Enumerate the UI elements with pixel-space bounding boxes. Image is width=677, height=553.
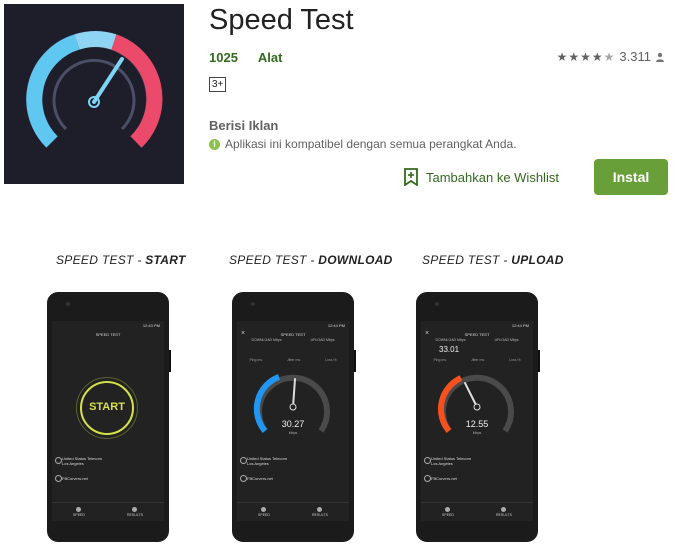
screen-title: SPEED TEST (464, 332, 490, 337)
server-icon (424, 475, 431, 482)
status-bar: 12:44 PM (511, 323, 529, 328)
screenshot-upload[interactable]: 12:44 PM × SPEED TEST DOWNLOAD Mbps UPLO… (416, 292, 540, 542)
screenshot-caption-download: SPEED TEST - DOWNLOAD (229, 253, 393, 267)
screenshot-caption-upload: SPEED TEST - UPLOAD (422, 253, 564, 267)
app-meta: 1025 Alat (209, 50, 282, 65)
latency-row: Ping ms Jitter ms Loss % (237, 358, 349, 362)
server-icon (240, 475, 247, 482)
check-icon (501, 506, 507, 512)
phone-side-button (354, 350, 356, 372)
gauge-needle (292, 378, 296, 408)
compatibility-text: Aplikasi ini kompatibel dengan semua per… (225, 137, 517, 151)
wishlist-button[interactable]: Tambahkan ke Wishlist (404, 168, 559, 186)
readout-labels: DOWNLOAD Mbps UPLOAD Mbps (237, 338, 349, 342)
tab-speed: SPEED (258, 506, 270, 518)
globe-icon (240, 457, 247, 464)
isp-info: United Status Telecom Los Angeles (431, 456, 471, 466)
globe-icon (55, 457, 62, 464)
rating-count: 3.311 (619, 49, 651, 64)
gauge-value: 12.55 (465, 419, 489, 429)
latency-row: Ping ms Jitter ms Loss % (421, 358, 533, 362)
screen-title: SPEED TEST (280, 332, 306, 337)
tab-speed: SPEED (442, 506, 454, 518)
phone-screen: 12:44 PM × SPEED TEST DOWNLOAD Mbps UPLO… (421, 321, 533, 521)
upload-label: UPLOAD Mbps (310, 338, 335, 342)
ping-label: Ping ms (433, 358, 447, 362)
tab-results: RESULTS (312, 506, 328, 518)
check-icon (132, 506, 138, 512)
tab-results: RESULTS (127, 506, 143, 518)
globe-icon (424, 457, 431, 464)
upload-label: UPLOAD Mbps (494, 338, 519, 342)
isp-info: United Status Telecom Los Angeles (247, 456, 287, 466)
info-icon: i (209, 138, 220, 150)
isp-info: United Status Telecom Los Angeles (62, 456, 102, 466)
ads-label: Berisi Iklan (209, 118, 279, 133)
wifi-icon (76, 506, 82, 512)
screen-title: SPEED TEST (95, 332, 121, 337)
server-name: FBCorvers.net (62, 476, 88, 481)
gauge-value: 30.27 (281, 419, 305, 429)
status-bar: 12:43 PM (142, 323, 160, 328)
phone-camera (66, 302, 70, 306)
server-icon (55, 475, 62, 482)
age-rating-badge: 3+ (209, 77, 227, 92)
rating-stars: ★★★★★ (556, 49, 616, 64)
phone-camera (251, 302, 255, 306)
phone-screen: 12:44 PM × SPEED TEST DOWNLOAD Mbps UPLO… (237, 321, 349, 521)
install-button[interactable]: Instal (594, 159, 668, 195)
phone-side-button (538, 350, 540, 372)
app-icon (4, 4, 184, 184)
start-button: START (89, 401, 125, 413)
screenshot-download[interactable]: 12:44 PM × SPEED TEST DOWNLOAD Mbps UPLO… (232, 292, 356, 542)
screenshot-caption-start: SPEED TEST - START (56, 253, 186, 267)
person-icon (656, 52, 664, 62)
check-icon (317, 506, 323, 512)
category-link[interactable]: Alat (258, 50, 283, 65)
loss-label: Loss % (325, 358, 337, 362)
tab-bar: SPEED RESULTS (52, 502, 164, 521)
download-label: DOWNLOAD Mbps (251, 338, 282, 342)
loss-label: Loss % (509, 358, 521, 362)
jitter-label: Jitter ms (470, 358, 485, 362)
tab-results: RESULTS (496, 506, 512, 518)
phone-screen: 12:43 PM SPEED TEST START United Status … (52, 321, 164, 521)
tab-speed: SPEED (73, 506, 85, 518)
ping-label: Ping ms (249, 358, 263, 362)
tab-bar: SPEED RESULTS (237, 502, 349, 521)
rating-summary: ★★★★★ 3.311 (557, 49, 665, 64)
server-name: FBCorvers.net (431, 476, 457, 481)
app-title: Speed Test (209, 4, 354, 36)
server-name: FBCorvers.net (247, 476, 273, 481)
wifi-icon (261, 506, 267, 512)
gauge-needle (464, 382, 478, 408)
wishlist-label: Tambahkan ke Wishlist (426, 169, 559, 185)
gauge-unit: Mbps (472, 431, 482, 435)
download-value: 33.01 (439, 345, 460, 354)
bookmark-add-icon (404, 168, 418, 186)
gauge-unit: Mbps (288, 431, 298, 435)
screenshot-start[interactable]: 12:43 PM SPEED TEST START United Status … (47, 292, 171, 542)
status-bar: 12:44 PM (327, 323, 345, 328)
readout-labels: DOWNLOAD Mbps UPLOAD Mbps (421, 338, 533, 342)
speedometer-icon (26, 31, 163, 148)
phone-side-button (169, 350, 171, 372)
wifi-icon (445, 506, 451, 512)
phone-camera (435, 302, 439, 306)
tab-bar: SPEED RESULTS (421, 502, 533, 521)
jitter-label: Jitter ms (286, 358, 301, 362)
developer-link[interactable]: 1025 (209, 50, 238, 65)
download-label: DOWNLOAD Mbps (435, 338, 466, 342)
compatibility-notice: i Aplikasi ini kompatibel dengan semua p… (209, 137, 517, 151)
